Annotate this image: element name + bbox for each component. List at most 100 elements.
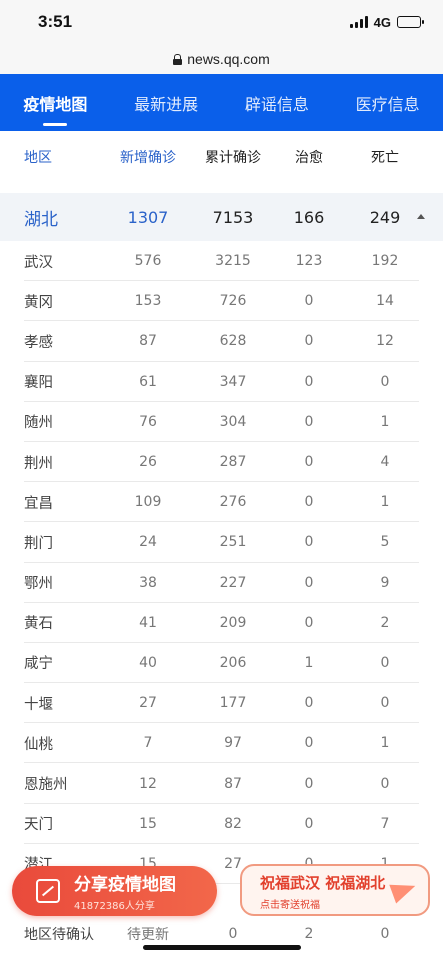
city-name: 咸宁: [24, 656, 53, 673]
city-dead: 0: [380, 654, 390, 671]
city-total: 227: [219, 574, 247, 591]
tab-epidemic-map[interactable]: 疫情地图: [0, 74, 111, 131]
city-cured: 0: [304, 614, 314, 631]
home-indicator[interactable]: [143, 945, 301, 950]
share-label: 分享疫情地图: [74, 875, 176, 895]
city-new: 27: [139, 695, 157, 712]
table-row: 鄂州 38 227 0 9: [0, 563, 443, 603]
header-deaths[interactable]: 死亡: [345, 147, 425, 167]
tab-bar: 疫情地图 最新进展 辟谣信息 医疗信息: [0, 74, 443, 131]
city-cured: 0: [304, 454, 314, 471]
table-row: 天门 15 82 0 7: [0, 804, 443, 845]
city-new: 12: [139, 775, 157, 792]
city-cured: 1: [304, 654, 314, 671]
share-count: 41872386人分享: [74, 901, 155, 912]
table-row: 地区待确认 待更新 0 2 0: [0, 920, 443, 948]
city-name: 黄石: [24, 616, 53, 633]
city-dead: 0: [380, 775, 390, 792]
city-new: 40: [139, 654, 157, 671]
status-time: 3:51: [38, 12, 73, 31]
city-name: 孝感: [24, 334, 53, 351]
city-dead: 0: [380, 373, 390, 390]
tab-latest-progress[interactable]: 最新进展: [111, 74, 222, 131]
url-text: news.qq.com: [187, 51, 270, 67]
signal-icon: [349, 16, 368, 28]
city-cured: 0: [304, 735, 314, 752]
city-total: 97: [224, 735, 242, 752]
city-dead: 12: [376, 333, 394, 350]
collapse-caret-icon[interactable]: [417, 214, 425, 219]
city-dead: 0: [380, 926, 390, 942]
city-cured: 0: [304, 373, 314, 390]
city-total: 304: [219, 413, 247, 430]
city-total: 251: [219, 534, 247, 551]
city-cured: 0: [304, 695, 314, 712]
lock-icon: [173, 53, 183, 65]
city-new: 41: [139, 614, 157, 631]
city-dead: 1: [380, 494, 390, 511]
city-new: 38: [139, 574, 157, 591]
city-cured: 2: [304, 926, 314, 942]
city-name: 地区待确认: [24, 927, 94, 943]
tab-medical-info[interactable]: 医疗信息: [332, 74, 443, 131]
city-name: 十堰: [24, 696, 53, 713]
table-row: 黄冈 153 726 0 14: [0, 281, 443, 322]
city-total: 0: [228, 926, 238, 942]
city-dead: 4: [380, 454, 390, 471]
network-type: 4G: [373, 14, 391, 30]
table-row: 孝感 87 628 0 12: [0, 321, 443, 362]
province-new: 1307: [127, 207, 169, 227]
city-name: 天门: [24, 817, 53, 834]
city-total: 209: [219, 614, 247, 631]
city-cured: 0: [304, 775, 314, 792]
city-cured: 0: [304, 534, 314, 551]
bottom-action-area: 地区待确认 待更新 0 2 0 分享疫情地图 41872386人分享 祝福武汉 …: [0, 864, 443, 960]
city-name: 恩施州: [24, 777, 68, 794]
city-name: 武汉: [24, 254, 53, 271]
status-bar: 3:51 4G: [0, 0, 443, 44]
table-row: 宜昌 109 276 0 1: [0, 482, 443, 523]
city-dead: 5: [380, 534, 390, 551]
city-cured: 0: [304, 494, 314, 511]
city-total: 82: [224, 815, 242, 832]
header-total-confirmed[interactable]: 累计确诊: [193, 147, 273, 167]
city-name: 荆州: [24, 455, 53, 472]
bless-wuhan-button[interactable]: 祝福武汉 祝福湖北 点击寄送祝福: [240, 864, 430, 916]
province-row-hubei[interactable]: 湖北 1307 7153 166 249: [0, 193, 443, 241]
city-dead: 192: [371, 253, 399, 270]
table-row: 十堰 27 177 0 0: [0, 683, 443, 724]
city-dead: 2: [380, 614, 390, 631]
header-region[interactable]: 地区: [0, 147, 103, 167]
city-total: 206: [219, 654, 247, 671]
table-row: 黄石 41 209 0 2: [0, 603, 443, 644]
url-bar[interactable]: news.qq.com: [0, 44, 443, 74]
city-new: 15: [139, 815, 157, 832]
city-total: 287: [219, 454, 247, 471]
city-cured: 0: [304, 293, 314, 310]
share-map-button[interactable]: 分享疫情地图 41872386人分享: [12, 866, 217, 916]
city-new: 153: [134, 293, 162, 310]
city-name: 荆门: [24, 535, 53, 552]
city-cured: 0: [304, 574, 314, 591]
header-cured[interactable]: 治愈: [273, 147, 345, 167]
table-row: 恩施州 12 87 0 0: [0, 763, 443, 804]
city-total: 276: [219, 494, 247, 511]
table-row: 襄阳 61 347 0 0: [0, 362, 443, 402]
city-cured: 0: [304, 413, 314, 430]
table-row: 武汉 576 3215 123 192: [0, 241, 443, 282]
city-new: 待更新: [127, 927, 169, 943]
chart-icon: [36, 879, 60, 903]
tab-rumor-info[interactable]: 辟谣信息: [222, 74, 333, 131]
city-dead: 7: [380, 815, 390, 832]
battery-icon: [397, 16, 424, 28]
table-row: 荆州 26 287 0 4: [0, 442, 443, 483]
city-total: 87: [224, 775, 242, 792]
city-name: 随州: [24, 415, 53, 432]
city-total: 347: [219, 373, 247, 390]
province-name: 湖北: [24, 209, 58, 230]
city-list: 武汉 576 3215 123 192 黄冈 153 726 0 14 孝感 87 628 0 12 襄…: [0, 241, 443, 885]
header-new-confirmed[interactable]: 新增确诊: [103, 147, 193, 167]
city-name: 仙桃: [24, 736, 53, 753]
city-new: 7: [143, 735, 153, 752]
province-total: 7153: [212, 207, 254, 227]
